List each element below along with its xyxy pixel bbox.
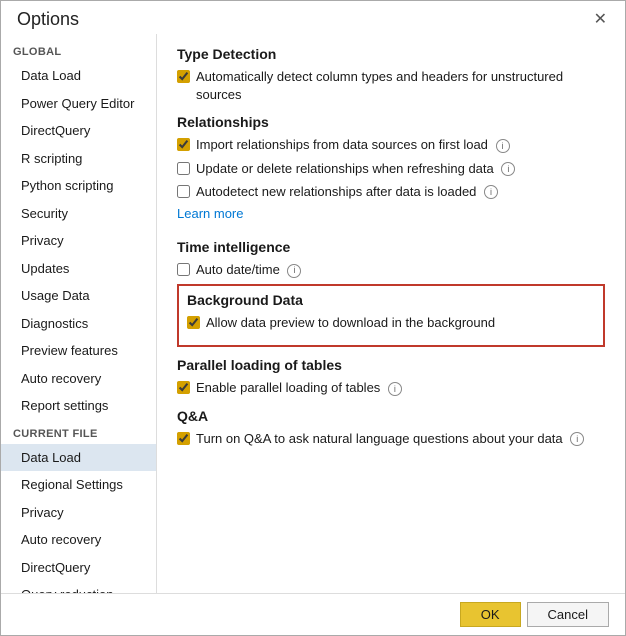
info-icon-4: i <box>287 264 301 278</box>
background-download-row: Allow data preview to download in the ba… <box>187 314 595 332</box>
auto-datetime-checkbox[interactable] <box>177 263 190 276</box>
sidebar-item-data-load-file[interactable]: Data Load <box>1 444 156 472</box>
titlebar: Options ✕ <box>1 1 625 34</box>
sidebar-item-power-query-editor[interactable]: Power Query Editor <box>1 90 156 118</box>
update-delete-checkbox[interactable] <box>177 162 190 175</box>
update-delete-label: Update or delete relationships when refr… <box>196 160 515 178</box>
qa-heading: Q&A <box>177 408 605 424</box>
sidebar-item-auto-recovery-file[interactable]: Auto recovery <box>1 526 156 554</box>
qa-checkbox[interactable] <box>177 432 190 445</box>
type-detection-heading: Type Detection <box>177 46 605 62</box>
sidebar-item-directquery-file[interactable]: DirectQuery <box>1 554 156 582</box>
auto-datetime-row: Auto date/time i <box>177 261 605 279</box>
sidebar-item-usage-data[interactable]: Usage Data <box>1 282 156 310</box>
sidebar-item-query-reduction[interactable]: Query reduction <box>1 581 156 593</box>
sidebar-item-data-load[interactable]: Data Load <box>1 62 156 90</box>
info-icon-3: i <box>484 185 498 199</box>
import-relationships-label: Import relationships from data sources o… <box>196 136 510 154</box>
time-intelligence-heading: Time intelligence <box>177 239 605 255</box>
qa-label: Turn on Q&A to ask natural language ques… <box>196 430 584 448</box>
autodetect-row: Autodetect new relationships after data … <box>177 183 605 201</box>
sidebar-item-updates[interactable]: Updates <box>1 255 156 283</box>
ok-button[interactable]: OK <box>460 602 521 627</box>
main-content: Type Detection Automatically detect colu… <box>156 34 625 593</box>
update-delete-row: Update or delete relationships when refr… <box>177 160 605 178</box>
learn-more-link[interactable]: Learn more <box>177 206 243 221</box>
global-section-label: GLOBAL <box>1 38 156 62</box>
background-data-heading: Background Data <box>187 292 595 308</box>
info-icon-5: i <box>388 382 402 396</box>
relationships-heading: Relationships <box>177 114 605 130</box>
current-file-section-label: CURRENT FILE <box>1 420 156 444</box>
autodetect-checkbox[interactable] <box>177 185 190 198</box>
enable-parallel-row: Enable parallel loading of tables i <box>177 379 605 397</box>
close-button[interactable]: ✕ <box>588 10 613 30</box>
dialog-footer: OK Cancel <box>1 593 625 635</box>
info-icon: i <box>496 139 510 153</box>
dialog-title: Options <box>17 9 79 30</box>
background-download-label: Allow data preview to download in the ba… <box>206 314 495 332</box>
sidebar-item-security[interactable]: Security <box>1 200 156 228</box>
auto-datetime-label: Auto date/time i <box>196 261 301 279</box>
auto-detect-row: Automatically detect column types and he… <box>177 68 605 104</box>
dialog-body: GLOBAL Data Load Power Query Editor Dire… <box>1 34 625 593</box>
auto-detect-checkbox[interactable] <box>177 70 190 83</box>
background-download-checkbox[interactable] <box>187 316 200 329</box>
sidebar-item-python-scripting[interactable]: Python scripting <box>1 172 156 200</box>
sidebar-item-directquery-global[interactable]: DirectQuery <box>1 117 156 145</box>
sidebar-item-privacy-file[interactable]: Privacy <box>1 499 156 527</box>
sidebar-item-auto-recovery-global[interactable]: Auto recovery <box>1 365 156 393</box>
sidebar-item-diagnostics[interactable]: Diagnostics <box>1 310 156 338</box>
info-icon-6: i <box>570 432 584 446</box>
cancel-button[interactable]: Cancel <box>527 602 609 627</box>
autodetect-label: Autodetect new relationships after data … <box>196 183 498 201</box>
sidebar-item-preview-features[interactable]: Preview features <box>1 337 156 365</box>
background-data-section: Background Data Allow data preview to do… <box>177 284 605 347</box>
info-icon-2: i <box>501 162 515 176</box>
import-relationships-checkbox[interactable] <box>177 138 190 151</box>
qa-row: Turn on Q&A to ask natural language ques… <box>177 430 605 448</box>
enable-parallel-checkbox[interactable] <box>177 381 190 394</box>
sidebar-item-r-scripting[interactable]: R scripting <box>1 145 156 173</box>
auto-detect-label: Automatically detect column types and he… <box>196 68 605 104</box>
import-relationships-row: Import relationships from data sources o… <box>177 136 605 154</box>
sidebar: GLOBAL Data Load Power Query Editor Dire… <box>1 34 156 593</box>
enable-parallel-label: Enable parallel loading of tables i <box>196 379 402 397</box>
parallel-loading-heading: Parallel loading of tables <box>177 357 605 373</box>
sidebar-item-regional-settings[interactable]: Regional Settings <box>1 471 156 499</box>
sidebar-item-report-settings-global[interactable]: Report settings <box>1 392 156 420</box>
options-dialog: Options ✕ GLOBAL Data Load Power Query E… <box>0 0 626 636</box>
sidebar-item-privacy-global[interactable]: Privacy <box>1 227 156 255</box>
